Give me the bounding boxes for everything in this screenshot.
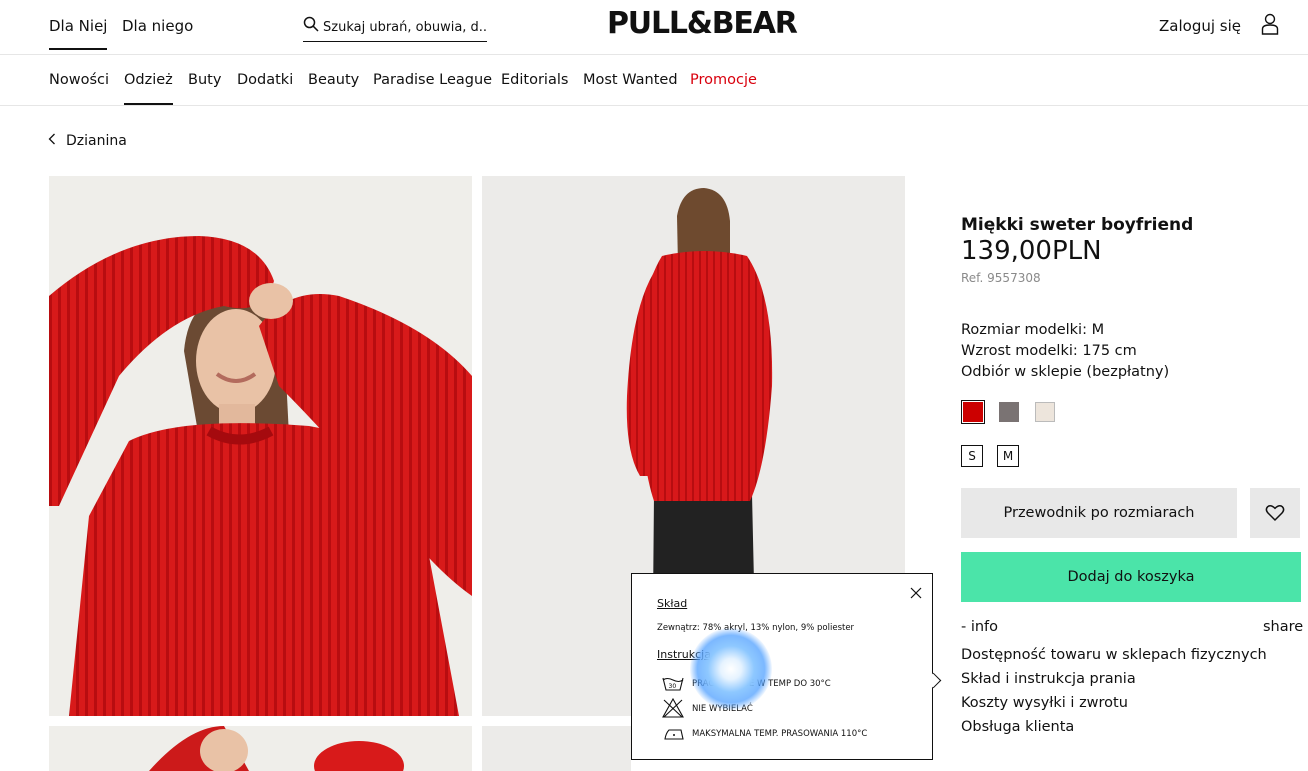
no-bleach-icon <box>662 697 684 722</box>
link-shipping-returns[interactable]: Koszty wysyłki i zwrotu <box>961 695 1128 711</box>
product-photo-3[interactable] <box>49 726 472 771</box>
color-swatch-cream[interactable] <box>1035 402 1055 422</box>
wishlist-button[interactable] <box>1250 488 1300 538</box>
heart-icon <box>1265 505 1285 522</box>
search-icon[interactable] <box>303 16 319 36</box>
brand-logo[interactable]: PULL&BEAR <box>607 6 798 41</box>
composition-text: Zewnątrz: 78% akryl, 13% nylon, 9% polie… <box>657 623 855 633</box>
link-customer-service[interactable]: Obsługa klienta <box>961 719 1074 735</box>
product-photo-4[interactable] <box>482 726 631 771</box>
nav-item-dodatki[interactable]: Dodatki <box>237 72 293 88</box>
model-height: Wzrost modelki: 175 cm <box>961 343 1137 359</box>
nav-item-odziez[interactable]: Odzież <box>124 72 173 105</box>
link-composition-care[interactable]: Skład i instrukcja prania <box>961 671 1136 687</box>
size-m[interactable]: M <box>997 445 1019 467</box>
nav-item-beauty[interactable]: Beauty <box>308 72 359 88</box>
login-link[interactable]: Zaloguj się <box>1159 17 1241 35</box>
user-icon[interactable] <box>1261 13 1279 39</box>
color-swatch-grey[interactable] <box>999 402 1019 422</box>
cursor-highlight <box>690 628 772 710</box>
search-bar[interactable] <box>303 16 487 42</box>
composition-title: Skład <box>657 597 688 610</box>
tab-dla-niej[interactable]: Dla Niej <box>49 17 108 50</box>
nav-item-most-wanted[interactable]: Most Wanted <box>583 72 678 88</box>
color-swatch-red[interactable] <box>961 400 985 424</box>
care-text-iron: MAKSYMALNA TEMP. PRASOWANIA 110°C <box>692 729 868 739</box>
nav-item-promocje[interactable]: Promocje <box>690 72 757 88</box>
info-toggle[interactable]: - info <box>961 619 998 635</box>
close-icon[interactable] <box>910 584 922 603</box>
tab-dla-niego[interactable]: Dla niego <box>122 17 193 35</box>
share-link[interactable]: share <box>1263 619 1303 635</box>
chevron-left-icon[interactable] <box>48 133 56 149</box>
product-ref: Ref. 9557308 <box>961 271 1041 285</box>
wash-30-icon: 30 <box>662 674 684 696</box>
product-price: 139,00PLN <box>961 236 1102 266</box>
nav-item-nowosci[interactable]: Nowości <box>49 72 109 88</box>
model-size: Rozmiar modelki: M <box>961 322 1105 338</box>
store-pickup: Odbiór w sklepie (bezpłatny) <box>961 364 1170 380</box>
nav-item-buty[interactable]: Buty <box>188 72 221 88</box>
nav-item-editorials[interactable]: Editorials <box>501 72 568 88</box>
composition-popup: Skład Zewnątrz: 78% akryl, 13% nylon, 9%… <box>631 573 942 760</box>
link-store-availability[interactable]: Dostępność towaru w sklepach fizycznych <box>961 647 1267 663</box>
product-title: Miękki sweter boyfriend <box>961 215 1194 235</box>
iron-110-icon <box>662 726 684 745</box>
category-nav: Nowości Odzież Buty Dodatki Beauty Parad… <box>0 55 1308 106</box>
nav-item-paradise-league[interactable]: Paradise League <box>373 72 492 88</box>
breadcrumb-label[interactable]: Dzianina <box>66 133 127 149</box>
search-input[interactable] <box>323 16 487 38</box>
product-photo-front[interactable] <box>49 176 472 716</box>
top-header: Dla Niej Dla niego PULL&BEAR Zaloguj się <box>0 0 1308 55</box>
add-to-cart-button[interactable]: Dodaj do koszyka <box>961 552 1301 602</box>
size-guide-button[interactable]: Przewodnik po rozmiarach <box>961 488 1237 538</box>
svg-text:30: 30 <box>669 683 677 690</box>
popup-arrow <box>925 672 942 689</box>
breadcrumb[interactable]: Dzianina <box>48 133 127 149</box>
size-s[interactable]: S <box>961 445 983 467</box>
